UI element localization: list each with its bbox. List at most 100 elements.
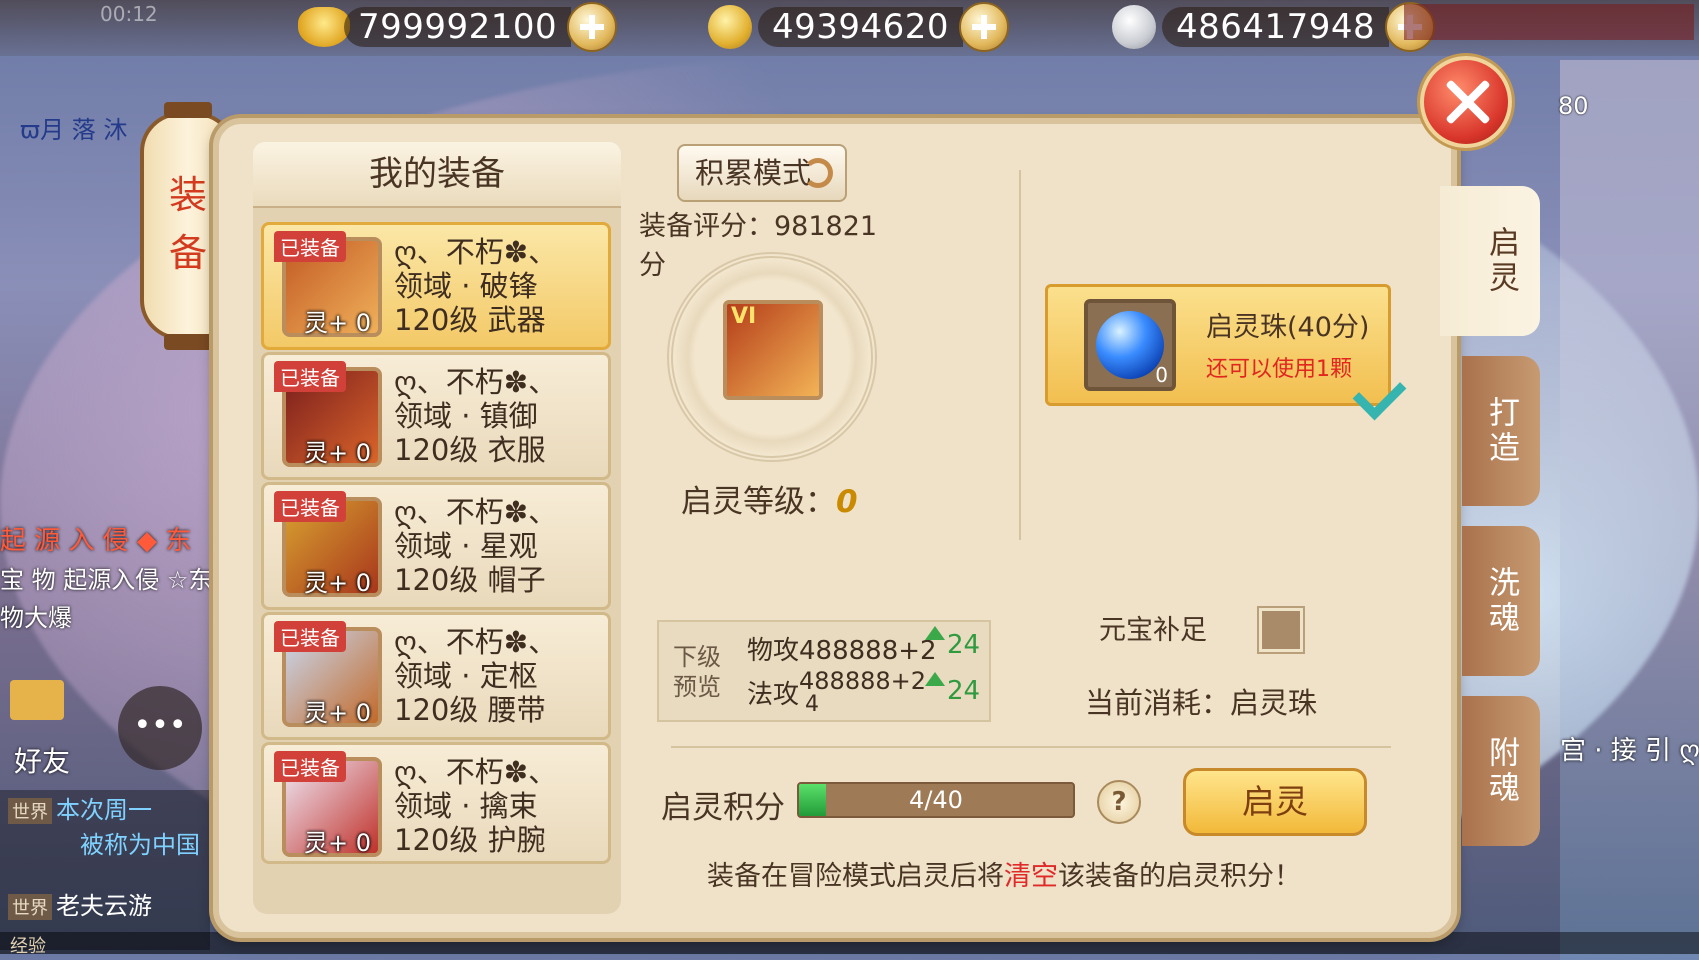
orb-remaining-uses: 还可以使用1颗: [1206, 357, 1352, 382]
currency-gold-coin: 49394620: [708, 2, 1010, 52]
ling-level: 灵+ 0: [304, 439, 372, 467]
equipment-panel: 我的装备 已装备 灵+ 0 ღ、不朽✽、 领域 · 破锋 120级 武器 已装备…: [213, 118, 1457, 938]
currency-gold-ingot: 799992100: [298, 2, 618, 52]
checkmark-icon: [1352, 366, 1407, 421]
preview-row-magic: 法攻488888+2: [747, 667, 926, 711]
column-divider: [1019, 170, 1021, 540]
orb-count: 0: [1155, 363, 1168, 387]
orb-slot: 0: [1084, 299, 1176, 391]
equipped-badge: 已装备: [274, 751, 346, 782]
chat-line: 被称为中国: [80, 831, 200, 859]
refresh-icon: [803, 158, 833, 188]
mode-button-label: 积累模式: [695, 156, 812, 190]
qiling-level: 启灵等级：0: [681, 476, 858, 521]
gold-coin-icon: [708, 5, 752, 49]
stat-value: 488888+2: [799, 667, 927, 695]
equipment-item-helmet[interactable]: 已装备 灵+ 0 ღ、不朽✽、 领域 · 星观 120级 帽子: [261, 482, 611, 610]
add-gold-ingot-button[interactable]: [567, 2, 618, 52]
stat-label: 物攻: [747, 636, 800, 666]
qiling-button[interactable]: 启灵: [1183, 768, 1367, 836]
silver-coin-icon: [1112, 5, 1156, 49]
orb-name: 启灵珠(40分): [1206, 312, 1370, 343]
qiling-level-value: 0: [836, 484, 858, 520]
equipped-badge: 已装备: [274, 491, 346, 522]
event-ticker-3: 物大爆: [0, 604, 72, 632]
equipment-item-armor[interactable]: 已装备 灵+ 0 ღ、不朽✽、 领域 · 镇御 120级 衣服: [261, 352, 611, 480]
cost-label: 当前消耗：: [1085, 686, 1231, 720]
cost-value: 启灵珠: [1230, 686, 1318, 720]
event-ticker-2: 宝 物 起源入侵 ☆东: [0, 566, 213, 594]
item-level: 120级 护腕: [394, 823, 546, 857]
equipment-item-belt[interactable]: 已装备 灵+ 0 ღ、不朽✽、 领域 · 定枢 120级 腰带: [261, 612, 611, 740]
stat-value: 488888+2: [799, 636, 937, 666]
up-arrow-icon: [925, 672, 945, 686]
add-gold-coin-button[interactable]: [959, 2, 1010, 52]
current-cost: 当前消耗：启灵珠: [1085, 680, 1317, 722]
chat-bubble-icon[interactable]: •••: [118, 686, 202, 770]
yuanbao-fill-checkbox[interactable]: [1259, 608, 1303, 652]
stat-increase: 24: [947, 630, 981, 660]
preview-header: 下级预览: [673, 643, 721, 701]
lantern-cap: [164, 102, 212, 118]
qiling-orb-card[interactable]: 0 启灵珠(40分) 还可以使用1颗: [1045, 284, 1407, 421]
equipped-badge: 已装备: [274, 361, 346, 392]
guild-name: ϖ月 落 沐: [20, 116, 128, 144]
equipment-item-weapon[interactable]: 已装备 灵+ 0 ღ、不朽✽、 领域 · 破锋 120级 武器: [261, 222, 611, 350]
blue-orb-icon: [1096, 311, 1164, 379]
ling-level: 灵+ 0: [304, 569, 372, 597]
section-divider: [671, 746, 1391, 748]
item-level: 120级 衣服: [394, 433, 546, 467]
ling-level: 灵+ 0: [304, 699, 372, 727]
selected-weapon-icon: VI: [723, 300, 823, 400]
currency-silver-coin: 486417948: [1112, 2, 1436, 52]
tab-wash-soul[interactable]: 洗魂: [1462, 526, 1540, 676]
mail-icon[interactable]: [10, 680, 64, 720]
lantern-cap: [164, 334, 212, 350]
preview-row-physical: 物攻488888+2: [747, 630, 937, 667]
chat-channel-tag: 世界: [8, 894, 52, 920]
up-arrow-icon: [925, 626, 945, 640]
chat-line: 本次周一: [56, 796, 152, 824]
help-button[interactable]: ?: [1097, 780, 1141, 824]
gold-ingot-icon: [298, 7, 350, 47]
qiling-level-label: 启灵等级：: [681, 484, 836, 520]
yuanbao-fill-label: 元宝补足: [1099, 615, 1207, 646]
stat-increase: 24: [947, 676, 981, 706]
warning-text: 装备在冒险模式启灵后将清空该装备的启灵积分！: [707, 854, 1301, 893]
warning-text-highlight: 清空: [1004, 861, 1058, 892]
status-time: 00:12: [100, 2, 158, 26]
tab-attach-soul[interactable]: 附魂: [1462, 696, 1540, 846]
right-chat-line: 宫 · 接 引 ღ: [1560, 736, 1699, 766]
item-level: 120级 帽子: [394, 563, 546, 597]
ling-level: 灵+ 0: [304, 309, 372, 337]
chat-channel-tag: 世界: [8, 798, 52, 824]
chat-line: 老夫云游: [56, 892, 152, 920]
friends-button[interactable]: 好友: [14, 740, 70, 780]
tab-qiling[interactable]: 启灵: [1440, 186, 1540, 336]
player-level: 80: [1558, 92, 1589, 120]
equipment-list: 我的装备 已装备 灵+ 0 ღ、不朽✽、 领域 · 破锋 120级 武器 已装备…: [253, 142, 621, 914]
event-ticker: 起 源 入 侵 ◆ 东: [0, 526, 192, 556]
stat-label: 法攻: [747, 680, 800, 710]
equipped-badge: 已装备: [274, 231, 346, 262]
next-level-preview: 下级预览 物攻488888+2 24 法攻488888+2 4 24: [657, 620, 991, 722]
equipment-item-bracer[interactable]: 已装备 灵+ 0 ღ、不朽✽、 领域 · 擒束 120级 护腕: [261, 742, 611, 864]
item-level: 120级 腰带: [394, 693, 546, 727]
currency-value: 486417948: [1162, 7, 1390, 47]
qiling-points-bar: 4/40: [797, 782, 1075, 818]
warning-text-pre: 装备在冒险模式启灵后将: [707, 861, 1004, 892]
lantern-text: 装 备: [168, 173, 207, 275]
equipped-badge: 已装备: [274, 621, 346, 652]
world-chat-panel[interactable]: 世界 本次周一 被称为中国 世界 老夫云游: [0, 790, 210, 950]
ling-level: 灵+ 0: [304, 829, 372, 857]
close-button[interactable]: [1420, 56, 1512, 148]
stat-value-wrap: 4: [805, 692, 819, 717]
qiling-points-label: 启灵积分: [661, 790, 785, 826]
currency-value: 799992100: [344, 7, 572, 47]
item-level: 120级 武器: [394, 303, 546, 337]
grade-label: VI: [731, 304, 757, 329]
qiling-points-text: 4/40: [909, 786, 963, 814]
equipment-list-title: 我的装备: [253, 142, 621, 208]
tab-forge[interactable]: 打造: [1462, 356, 1540, 506]
accumulate-mode-button[interactable]: 积累模式: [677, 144, 847, 202]
